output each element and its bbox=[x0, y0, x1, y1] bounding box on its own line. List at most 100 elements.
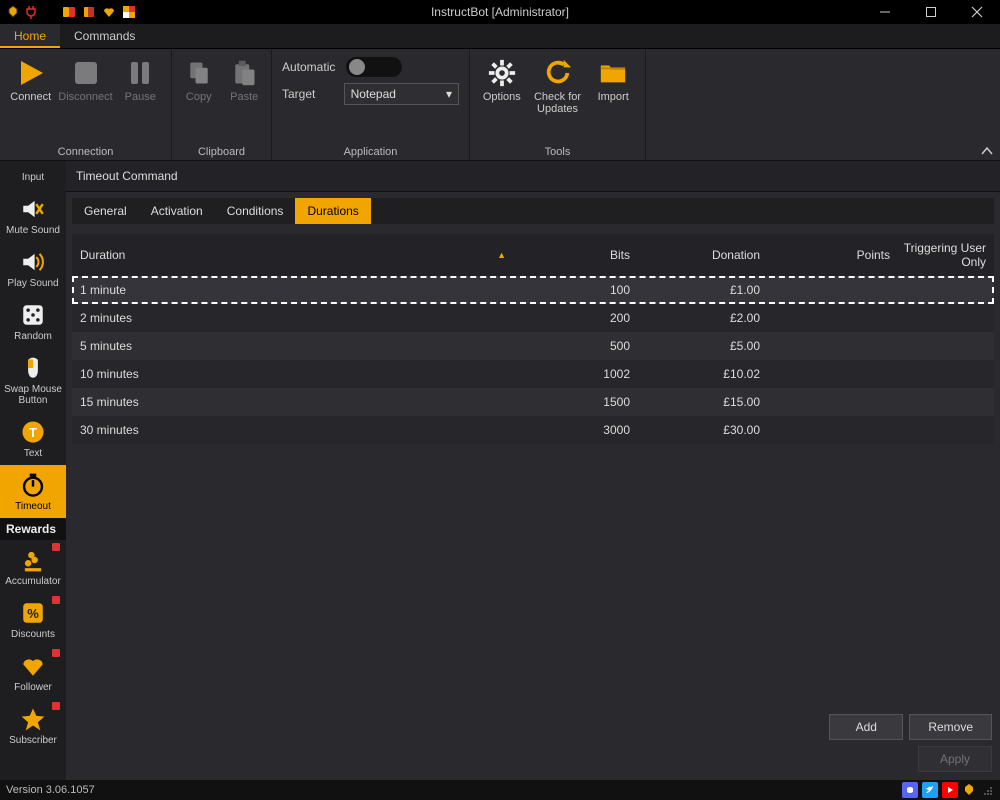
maximize-button[interactable] bbox=[908, 0, 954, 24]
add-button[interactable]: Add bbox=[829, 714, 903, 740]
sidebar-item-mute-sound[interactable]: Mute Sound bbox=[0, 189, 66, 242]
cell-duration: 10 minutes bbox=[80, 367, 510, 381]
connect-button[interactable]: Connect bbox=[6, 53, 56, 107]
col-header-points[interactable]: Points bbox=[760, 248, 890, 262]
sound-icon bbox=[19, 248, 47, 276]
notification-dot bbox=[52, 649, 60, 657]
twitter-icon[interactable] bbox=[922, 782, 938, 798]
sidebar-item-play-sound[interactable]: Play Sound bbox=[0, 242, 66, 295]
heart-icon bbox=[19, 652, 47, 680]
table-row[interactable]: 5 minutes500£5.00 bbox=[72, 332, 994, 360]
cell-points bbox=[760, 395, 890, 409]
cell-bits: 1002 bbox=[510, 367, 630, 381]
plug-icon bbox=[24, 5, 38, 19]
tab-conditions[interactable]: Conditions bbox=[215, 198, 296, 224]
star-icon bbox=[19, 705, 47, 733]
ribbon-group-label-clipboard: Clipboard bbox=[178, 144, 265, 158]
minimize-button[interactable] bbox=[862, 0, 908, 24]
chevron-down-icon: ▾ bbox=[446, 87, 452, 101]
table-row[interactable]: 1 minute100£1.00 bbox=[72, 276, 994, 304]
tab-durations[interactable]: Durations bbox=[295, 198, 370, 224]
cell-points bbox=[760, 367, 890, 381]
cell-bits: 3000 bbox=[510, 423, 630, 437]
table-row[interactable]: 15 minutes1500£15.00 bbox=[72, 388, 994, 416]
ribbon-group-label-connection: Connection bbox=[6, 144, 165, 158]
status-bar: Version 3.06.1057 bbox=[0, 780, 1000, 800]
table-row[interactable]: 10 minutes1002£10.02 bbox=[72, 360, 994, 388]
menu-tab-commands[interactable]: Commands bbox=[60, 24, 149, 48]
resize-grip-icon[interactable] bbox=[980, 783, 994, 797]
target-value: Notepad bbox=[351, 87, 396, 101]
window-title: InstructBot [Administrator] bbox=[0, 5, 1000, 19]
sidebar-item-subscriber[interactable]: Subscriber bbox=[0, 699, 66, 752]
table-header: Duration ▲ Bits Donation Points Triggeri… bbox=[72, 234, 994, 276]
cell-points bbox=[760, 339, 890, 353]
table-row[interactable]: 2 minutes200£2.00 bbox=[72, 304, 994, 332]
target-label: Target bbox=[282, 87, 336, 101]
cell-triggering bbox=[890, 367, 986, 381]
cell-donation: £2.00 bbox=[630, 311, 760, 325]
sidebar-item-random[interactable]: Random bbox=[0, 295, 66, 348]
options-button[interactable]: Options bbox=[476, 53, 528, 107]
sidebar-item-label: Discounts bbox=[11, 629, 55, 640]
card-icon-1 bbox=[62, 5, 76, 19]
sidebar-item-label: Accumulator bbox=[5, 576, 61, 587]
sidebar-item-discounts[interactable]: %Discounts bbox=[0, 593, 66, 646]
sidebar-item-label: Play Sound bbox=[7, 278, 58, 289]
cell-bits: 500 bbox=[510, 339, 630, 353]
table-actions: Add Remove Apply bbox=[829, 714, 992, 772]
automatic-toggle[interactable] bbox=[346, 57, 402, 77]
main: InputMute Sound Play Sound Random Swap Mous… bbox=[0, 161, 1000, 780]
apply-button[interactable]: Apply bbox=[918, 746, 992, 772]
target-dropdown[interactable]: Notepad ▾ bbox=[344, 83, 459, 105]
col-header-duration[interactable]: Duration ▲ bbox=[80, 248, 510, 262]
pause-button[interactable]: Pause bbox=[116, 53, 166, 107]
status-icons bbox=[902, 782, 994, 798]
sidebar-item-accumulator[interactable]: Accumulator bbox=[0, 540, 66, 593]
ribbon-group-label-application: Application bbox=[278, 144, 463, 158]
ribbon-group-clipboard: Copy Paste Clipboard bbox=[172, 49, 272, 160]
cell-triggering bbox=[890, 339, 986, 353]
sidebar-item-timeout[interactable]: Timeout bbox=[0, 465, 66, 518]
gear-icon bbox=[486, 57, 518, 89]
paste-button[interactable]: Paste bbox=[224, 53, 266, 107]
stop-icon bbox=[70, 57, 102, 89]
ribbon-collapse-button[interactable] bbox=[980, 144, 994, 158]
sidebar-item-text[interactable]: TText bbox=[0, 412, 66, 465]
sidebar-item-label: Random bbox=[14, 331, 52, 342]
tab-activation[interactable]: Activation bbox=[139, 198, 215, 224]
copy-icon bbox=[183, 57, 215, 89]
titlebar: InstructBot [Administrator] bbox=[0, 0, 1000, 24]
play-icon bbox=[15, 57, 47, 89]
panel-title: Timeout Command bbox=[66, 161, 1000, 192]
sidebar-item-label: Swap Mouse Button bbox=[2, 384, 64, 406]
youtube-icon[interactable] bbox=[942, 782, 958, 798]
cell-duration: 2 minutes bbox=[80, 311, 510, 325]
tab-general[interactable]: General bbox=[72, 198, 139, 224]
table-row[interactable]: 30 minutes3000£30.00 bbox=[72, 416, 994, 444]
notification-dot bbox=[52, 543, 60, 551]
check-updates-button[interactable]: Check for Updates bbox=[532, 53, 584, 119]
discord-icon[interactable] bbox=[902, 782, 918, 798]
ribbon: Connect Disconnect Pause Connection Copy… bbox=[0, 49, 1000, 161]
version-label: Version 3.06.1057 bbox=[6, 784, 95, 796]
cell-donation: £1.00 bbox=[630, 283, 760, 297]
import-button[interactable]: Import bbox=[587, 53, 639, 107]
notification-dot bbox=[52, 702, 60, 710]
sidebar-item-swap-mouse-button[interactable]: Swap Mouse Button bbox=[0, 348, 66, 412]
menu-tab-home[interactable]: Home bbox=[0, 24, 60, 48]
check-updates-label: Check for Updates bbox=[534, 91, 581, 115]
cell-duration: 15 minutes bbox=[80, 395, 510, 409]
stopwatch-icon bbox=[19, 471, 47, 499]
disconnect-button[interactable]: Disconnect bbox=[60, 53, 112, 107]
remove-button[interactable]: Remove bbox=[909, 714, 992, 740]
folder-icon bbox=[597, 57, 629, 89]
col-header-donation[interactable]: Donation bbox=[630, 248, 760, 262]
sidebar-item-input[interactable]: Input bbox=[0, 161, 66, 189]
close-button[interactable] bbox=[954, 0, 1000, 24]
sidebar-item-follower[interactable]: Follower bbox=[0, 646, 66, 699]
copy-button[interactable]: Copy bbox=[178, 53, 220, 107]
cell-duration: 5 minutes bbox=[80, 339, 510, 353]
col-header-triggering[interactable]: Triggering User Only bbox=[890, 241, 986, 269]
col-header-bits[interactable]: Bits bbox=[510, 248, 630, 262]
